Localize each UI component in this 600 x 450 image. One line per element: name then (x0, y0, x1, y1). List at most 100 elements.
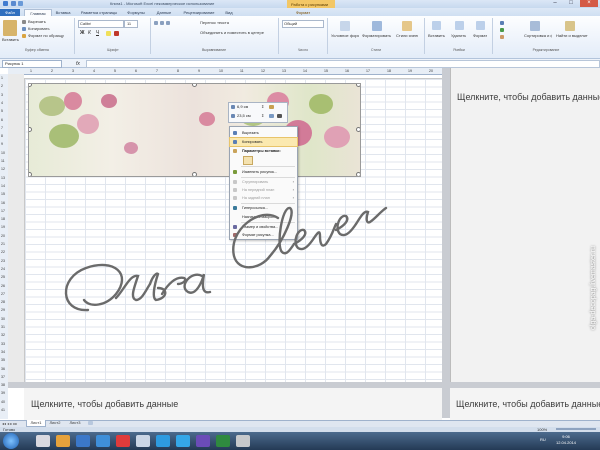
tab-page-layout[interactable]: Разметка страницы (77, 9, 121, 16)
bottom-right-page[interactable]: Щелкните, чтобы добавить данные (450, 388, 600, 420)
folder-icon[interactable] (56, 435, 70, 447)
width-field[interactable]: 23,5 см (237, 113, 251, 118)
picture-leaf (39, 96, 65, 116)
row-number: 38 (1, 383, 5, 388)
autosum-icon[interactable] (500, 21, 504, 25)
fill-icon[interactable] (500, 28, 504, 32)
paste-button[interactable]: Вставить (2, 37, 19, 42)
font-name-value: Calibri (80, 21, 92, 26)
paste-option-icon[interactable] (243, 156, 253, 165)
maximize-button[interactable]: □ (564, 0, 578, 7)
format-as-table-button[interactable]: Форматировать как таблицу (362, 33, 392, 38)
tab-formulas[interactable]: Формулы (124, 9, 148, 16)
fill-color-icon[interactable] (106, 31, 111, 36)
copy-button[interactable]: Копировать (28, 26, 50, 31)
row-number: 36 (1, 366, 5, 371)
resize-handle[interactable] (192, 84, 197, 87)
resize-handle[interactable] (29, 84, 32, 87)
menu-item-cut[interactable]: Вырезать (230, 129, 297, 137)
browser-icon[interactable] (96, 435, 110, 447)
sheet-tab-2[interactable]: Лист2 (46, 420, 64, 426)
format-painter-button[interactable]: Формат по образцу (28, 33, 70, 38)
add-data-hint-right[interactable]: Щелкните, чтобы добавить данные (457, 92, 600, 102)
align-bottom-icon[interactable] (166, 21, 170, 25)
rotate-icon[interactable] (269, 114, 274, 118)
height-field[interactable]: 6,9 см (237, 104, 248, 109)
sheet-tab-3[interactable]: Лист3 (66, 420, 84, 426)
yandex-icon[interactable] (116, 435, 130, 447)
align-top-icon[interactable] (154, 21, 158, 25)
conditional-format-button[interactable]: Условное форматирование (331, 33, 359, 38)
tab-insert[interactable]: Вставка (53, 9, 73, 16)
resize-handle[interactable] (192, 172, 197, 176)
paint-icon[interactable] (236, 435, 250, 447)
resize-handle[interactable] (356, 172, 360, 176)
tab-review[interactable]: Рецензирование (180, 9, 218, 16)
handwritten-signature[interactable] (50, 190, 400, 330)
explorer-icon[interactable] (36, 435, 50, 447)
clear-icon[interactable] (500, 35, 504, 39)
menu-item-change-picture[interactable]: Изменить рисунок... (230, 168, 297, 176)
name-box[interactable]: Рисунок 1 (2, 60, 62, 68)
resize-handle[interactable] (29, 172, 32, 176)
paste-icon[interactable] (3, 20, 17, 36)
crop-icon[interactable] (269, 105, 274, 109)
insert-cells-button[interactable]: Вставить (428, 33, 445, 38)
bottom-page[interactable]: Щелкните, чтобы добавить данные (24, 388, 442, 420)
system-clock[interactable]: 9:06 12.04.2014 (556, 434, 576, 446)
new-sheet-icon[interactable] (88, 421, 93, 425)
add-data-hint-bottom-right[interactable]: Щелкните, чтобы добавить данные (456, 399, 600, 409)
documents-icon[interactable] (136, 435, 150, 447)
resize-handle[interactable] (356, 84, 360, 87)
excel-taskbar-icon[interactable] (216, 435, 230, 447)
font-name-select[interactable]: Calibri (78, 20, 124, 28)
cell-styles-button[interactable]: Стили ячеек (396, 33, 418, 38)
underline-button[interactable]: Ч (96, 30, 99, 36)
font-color-icon[interactable] (114, 31, 119, 36)
sheet-tab-1[interactable]: Лист1 (26, 420, 46, 427)
format-cells-button[interactable]: Формат (473, 33, 487, 38)
language-indicator[interactable]: RU (540, 437, 546, 442)
row-number: 12 (1, 167, 5, 172)
skype-icon[interactable] (156, 435, 170, 447)
right-page[interactable]: Щелкните, чтобы добавить данные (450, 68, 600, 382)
sort-filter-button[interactable]: Сортировка и фильтр (524, 33, 552, 38)
media-player-icon[interactable] (76, 435, 90, 447)
italic-button[interactable]: К (88, 30, 91, 36)
row-number: 26 (1, 283, 5, 288)
resize-handle[interactable] (29, 127, 32, 132)
spin-icon[interactable]: ⇕ (261, 113, 264, 118)
merge-center-button[interactable]: Объединить и поместить в центре (200, 30, 268, 35)
zoom-slider[interactable] (556, 428, 596, 430)
cut-button[interactable]: Вырезать (28, 19, 46, 24)
bold-button[interactable]: Ж (80, 30, 85, 36)
resize-handle[interactable] (356, 127, 360, 132)
spin-icon[interactable]: ⇕ (261, 104, 264, 109)
wrap-text-button[interactable]: Перенос текста (200, 20, 229, 25)
viewer-icon[interactable] (196, 435, 210, 447)
sheet-nav-buttons[interactable]: ◂◂ ◂ ▸ ▸▸ (2, 421, 17, 426)
skype-window-icon[interactable] (176, 435, 190, 447)
undo-icon[interactable] (18, 1, 23, 6)
menu-item-copy[interactable]: Копировать (229, 137, 298, 147)
save-icon[interactable] (11, 1, 16, 6)
start-button[interactable] (3, 433, 19, 449)
excel-app-icon[interactable] (3, 1, 8, 6)
font-size-select[interactable]: 11 (124, 20, 138, 28)
tab-file[interactable]: Файл (0, 9, 20, 16)
tab-view[interactable]: Вид (222, 9, 236, 16)
number-format-select[interactable]: Общий (282, 20, 324, 28)
align-middle-icon[interactable] (160, 21, 164, 25)
formula-input[interactable] (86, 60, 600, 68)
find-select-button[interactable]: Найти и выделить (556, 33, 588, 38)
minimize-button[interactable]: – (548, 0, 562, 7)
add-data-hint-bottom[interactable]: Щелкните, чтобы добавить данные (31, 399, 178, 409)
tab-data[interactable]: Данные (153, 9, 175, 16)
selected-picture[interactable] (28, 83, 361, 177)
column-number: 15 (324, 69, 328, 73)
tab-format[interactable]: Формат (291, 9, 315, 16)
close-button[interactable]: × (580, 0, 598, 7)
delete-cells-button[interactable]: Удалить (451, 33, 466, 38)
style-icon[interactable] (277, 114, 282, 118)
fx-button[interactable]: fx (76, 61, 80, 67)
